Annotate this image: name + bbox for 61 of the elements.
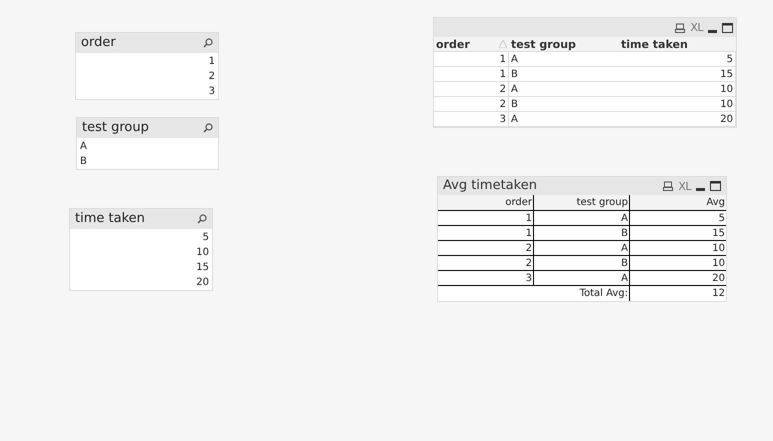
table-cell: 10	[630, 256, 726, 271]
column-header[interactable]: order	[438, 195, 534, 211]
total-value: 12	[711, 287, 726, 301]
table-cell: 1	[438, 226, 534, 241]
table-cell: B	[534, 256, 630, 271]
listbox-item[interactable]: 20	[70, 275, 212, 290]
listbox-item[interactable]: B	[77, 154, 218, 169]
column-header[interactable]: test group	[509, 37, 619, 52]
listbox-item[interactable]: 2	[76, 69, 218, 84]
table-cell: 2	[438, 241, 534, 256]
column-header[interactable]: Avg	[630, 195, 726, 211]
table-cell: B	[509, 67, 619, 82]
table-cell: 20	[630, 271, 726, 286]
maximize-icon[interactable]	[722, 22, 733, 32]
table-cell: 3	[434, 112, 509, 127]
listbox-item[interactable]: 15	[70, 260, 212, 275]
excel-label[interactable]: XL	[678, 180, 691, 192]
column-header[interactable]: order	[434, 37, 509, 52]
table-cell: 5	[619, 52, 736, 67]
table-cell: A	[534, 211, 630, 226]
print-icon[interactable]	[663, 181, 674, 191]
column-header[interactable]: time taken	[619, 37, 736, 52]
listbox-item[interactable]: 10	[70, 245, 212, 260]
listbox-item[interactable]: 1	[76, 54, 218, 69]
table-cell: A	[534, 241, 630, 256]
search-icon[interactable]	[197, 214, 207, 224]
table-cell: 1	[434, 67, 509, 82]
column-header[interactable]: test group	[534, 195, 630, 211]
listbox-item[interactable]: 5	[70, 230, 212, 245]
table-cell: 1	[434, 52, 509, 67]
table-cell: B	[509, 97, 619, 112]
chart-title: Avg timetaken	[443, 177, 537, 196]
table-cell: 15	[630, 226, 726, 241]
sort-icon	[499, 40, 507, 48]
total-label: Total Avg:	[438, 286, 630, 301]
table-cell: 2	[434, 97, 509, 112]
table-cell: 1	[438, 211, 534, 226]
table-cell: A	[534, 271, 630, 286]
excel-label[interactable]: XL	[690, 22, 703, 33]
table-cell: 2	[434, 82, 509, 97]
search-icon[interactable]	[203, 38, 213, 48]
table-cell: 10	[630, 241, 726, 256]
table-cell: A	[509, 82, 619, 97]
table-cell: 10	[619, 97, 736, 112]
print-icon[interactable]	[675, 22, 686, 32]
table-cell: A	[509, 112, 619, 127]
listbox-title: time taken	[75, 210, 145, 228]
table-cell: 20	[619, 112, 736, 127]
search-icon[interactable]	[203, 123, 213, 133]
listbox-title: test group	[82, 119, 149, 138]
listbox-title: order	[81, 34, 116, 52]
table-cell: B	[534, 226, 630, 241]
table-cell: 5	[630, 211, 726, 226]
listbox-item[interactable]: 3	[76, 84, 218, 99]
table-cell: 10	[619, 82, 736, 97]
table-cell: 3	[438, 271, 534, 286]
maximize-icon[interactable]	[710, 181, 721, 191]
table-cell: 15	[619, 67, 736, 82]
listbox-item[interactable]: A	[77, 139, 218, 154]
table-cell: A	[509, 52, 619, 67]
table-cell: 2	[438, 256, 534, 271]
